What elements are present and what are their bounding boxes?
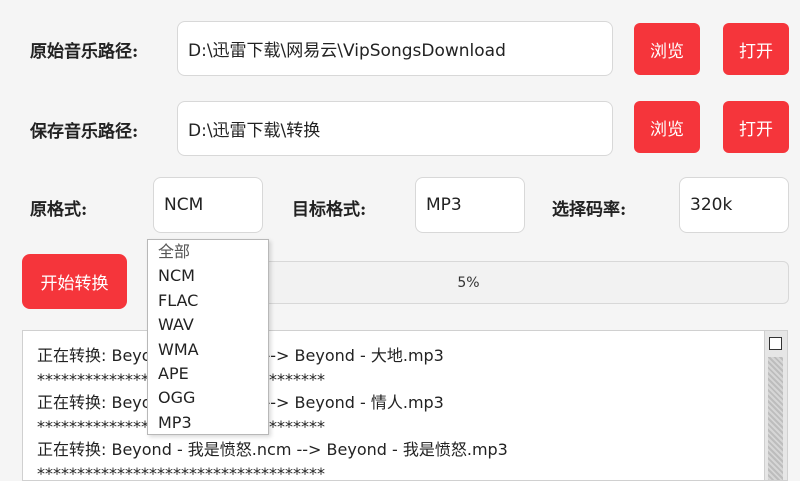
- target-format-select[interactable]: MP3: [415, 177, 525, 233]
- source-browse-button[interactable]: 浏览: [634, 23, 700, 75]
- save-browse-button[interactable]: 浏览: [634, 101, 700, 153]
- source-path-input[interactable]: D:\迅雷下载\网易云\VipSongsDownload: [177, 21, 613, 76]
- dropdown-option[interactable]: 全部: [148, 240, 268, 264]
- dropdown-option[interactable]: WMA: [148, 338, 268, 362]
- source-path-label: 原始音乐路径:: [30, 42, 139, 62]
- save-path-input[interactable]: D:\迅雷下载\转换: [177, 101, 613, 156]
- source-format-dropdown: 全部 NCM FLAC WAV WMA APE OGG MP3: [147, 239, 269, 435]
- log-output[interactable]: 正在转换: Beyond - 大地.ncm --> Beyond - 大地.mp…: [22, 330, 788, 481]
- dropdown-option[interactable]: FLAC: [148, 289, 268, 313]
- log-line: ************************************: [23, 415, 787, 439]
- bitrate-select[interactable]: 320k: [679, 177, 789, 233]
- scroll-thumb[interactable]: [768, 357, 783, 480]
- log-line: ************************************: [23, 368, 787, 392]
- log-scrollbar[interactable]: [764, 331, 787, 480]
- save-path-label: 保存音乐路径:: [30, 122, 139, 142]
- source-format-label: 原格式:: [30, 200, 88, 220]
- log-line: 正在转换: Beyond - 情人.ncm --> Beyond - 情人.mp…: [37, 393, 444, 412]
- log-lines: 正在转换: Beyond - 大地.ncm --> Beyond - 大地.mp…: [23, 331, 787, 481]
- dropdown-option[interactable]: OGG: [148, 386, 268, 410]
- log-line: 正在转换: Beyond - 我是愤怒.ncm --> Beyond - 我是愤…: [37, 440, 508, 459]
- log-line: 正在转换: Beyond - 大地.ncm --> Beyond - 大地.mp…: [37, 346, 444, 365]
- save-open-button[interactable]: 打开: [723, 101, 789, 153]
- source-open-button[interactable]: 打开: [723, 23, 789, 75]
- source-format-select[interactable]: NCM: [153, 177, 263, 233]
- target-format-label: 目标格式:: [292, 200, 367, 220]
- dropdown-option[interactable]: MP3: [148, 411, 268, 435]
- bitrate-label: 选择码率:: [552, 200, 627, 220]
- dropdown-option[interactable]: APE: [148, 362, 268, 386]
- dropdown-option[interactable]: WAV: [148, 313, 268, 337]
- log-line: ************************************: [37, 463, 325, 481]
- start-convert-button[interactable]: 开始转换: [22, 254, 127, 309]
- scroll-up-arrow-icon[interactable]: [769, 337, 782, 350]
- dropdown-option[interactable]: NCM: [148, 264, 268, 288]
